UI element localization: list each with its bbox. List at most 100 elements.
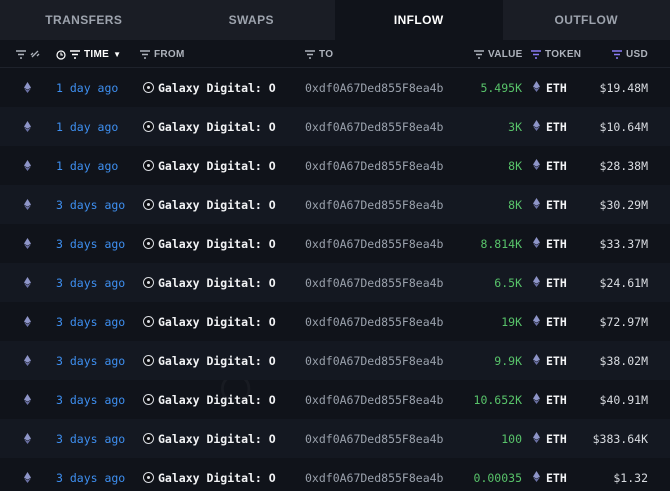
header-to[interactable]: TO	[305, 40, 333, 68]
tab-inflow[interactable]: INFLOW	[335, 0, 503, 40]
token-filter-icon[interactable]	[531, 49, 541, 59]
header-value[interactable]: VALUE	[474, 40, 523, 68]
token-cell[interactable]: ETH	[533, 380, 567, 419]
entity-avatar-icon	[143, 199, 154, 210]
from-entity[interactable]: Galaxy Digital: O	[143, 146, 276, 185]
eth-token-icon	[533, 431, 540, 446]
header-from[interactable]: FROM	[140, 40, 185, 68]
table-row[interactable]: 1 day ago Galaxy Digital: O 0xdf0A67Ded855…	[0, 107, 670, 146]
from-entity[interactable]: Galaxy Digital: O	[143, 263, 276, 302]
eth-token-icon	[533, 275, 540, 290]
from-entity[interactable]: Galaxy Digital: O	[143, 458, 276, 491]
to-address[interactable]: 0xdf0A67Ded855F8ea4b	[305, 419, 443, 458]
table-row[interactable]: 1 day ago Galaxy Digital: O 0xdf0A67Ded855…	[0, 146, 670, 185]
token-symbol: ETH	[546, 470, 567, 485]
filter-icon[interactable]	[16, 49, 26, 59]
from-entity[interactable]: Galaxy Digital: O	[143, 107, 276, 146]
to-address[interactable]: 0xdf0A67Ded855F8ea4b	[305, 302, 443, 341]
to-address[interactable]: 0xdf0A67Ded855F8ea4b	[305, 146, 443, 185]
eth-chain-icon	[24, 458, 31, 491]
eth-token-icon	[533, 470, 540, 485]
from-entity[interactable]: Galaxy Digital: O	[143, 185, 276, 224]
token-cell[interactable]: ETH	[533, 458, 567, 491]
link-icon[interactable]	[30, 50, 40, 59]
usd-amount: $33.37M	[599, 236, 648, 251]
from-entity[interactable]: Galaxy Digital: O	[143, 419, 276, 458]
time-link[interactable]: 1 day ago	[56, 68, 118, 107]
from-entity-label: Galaxy Digital: O	[158, 158, 276, 173]
to-address[interactable]: 0xdf0A67Ded855F8ea4b	[305, 263, 443, 302]
tab-bar: TRANSFERS SWAPS INFLOW OUTFLOW	[0, 0, 670, 40]
to-address[interactable]: 0xdf0A67Ded855F8ea4b	[305, 380, 443, 419]
table-row[interactable]: 3 days ago Galaxy Digital: O 0xdf0A67Ded85…	[0, 380, 670, 419]
header-usd[interactable]: USD	[612, 40, 648, 68]
entity-avatar-icon	[143, 277, 154, 288]
header-token[interactable]: TOKEN	[531, 40, 581, 68]
usd-amount: $28.38M	[599, 158, 648, 173]
entity-avatar-icon	[143, 472, 154, 483]
table-row[interactable]: 3 days ago Galaxy Digital: O 0xdf0A67Ded85…	[0, 419, 670, 458]
from-entity[interactable]: Galaxy Digital: O	[143, 68, 276, 107]
time-link[interactable]: 3 days ago	[56, 302, 125, 341]
header-time[interactable]: TIME ▼	[56, 40, 121, 68]
header-time-label: TIME	[84, 48, 110, 60]
time-link[interactable]: 3 days ago	[56, 185, 125, 224]
from-filter-icon[interactable]	[140, 49, 150, 59]
from-entity-label: Galaxy Digital: O	[158, 353, 276, 368]
time-link[interactable]: 3 days ago	[56, 224, 125, 263]
table-row[interactable]: 3 days ago Galaxy Digital: O 0xdf0A67Ded85…	[0, 224, 670, 263]
clock-icon	[56, 49, 66, 60]
table-row[interactable]: 3 days ago Galaxy Digital: O 0xdf0A67Ded85…	[0, 263, 670, 302]
token-cell[interactable]: ETH	[533, 146, 567, 185]
usd-amount: $30.29M	[599, 197, 648, 212]
to-address[interactable]: 0xdf0A67Ded855F8ea4b	[305, 341, 443, 380]
eth-token-icon	[533, 197, 540, 212]
eth-token-icon	[533, 119, 540, 134]
token-cell[interactable]: ETH	[533, 185, 567, 224]
from-entity[interactable]: Galaxy Digital: O	[143, 224, 276, 263]
token-cell[interactable]: ETH	[533, 224, 567, 263]
time-link[interactable]: 3 days ago	[56, 263, 125, 302]
header-token-label: TOKEN	[545, 48, 582, 60]
token-cell[interactable]: ETH	[533, 263, 567, 302]
to-address[interactable]: 0xdf0A67Ded855F8ea4b	[305, 224, 443, 263]
inflow-panel: TRANSFERS SWAPS INFLOW OUTFLOW TIME ▼ FR…	[0, 0, 670, 491]
token-cell[interactable]: ETH	[533, 107, 567, 146]
table-row[interactable]: 1 day ago Galaxy Digital: O 0xdf0A67Ded855…	[0, 68, 670, 107]
token-cell[interactable]: ETH	[533, 419, 567, 458]
from-entity[interactable]: Galaxy Digital: O	[143, 380, 276, 419]
to-address[interactable]: 0xdf0A67Ded855F8ea4b	[305, 107, 443, 146]
sort-desc-icon[interactable]: ▼	[113, 50, 121, 59]
time-link[interactable]: 3 days ago	[56, 380, 125, 419]
tab-transfers[interactable]: TRANSFERS	[0, 0, 168, 40]
to-filter-icon[interactable]	[305, 49, 315, 59]
token-cell[interactable]: ETH	[533, 341, 567, 380]
time-link[interactable]: 3 days ago	[56, 341, 125, 380]
time-link[interactable]: 1 day ago	[56, 146, 118, 185]
token-cell[interactable]: ETH	[533, 68, 567, 107]
usd-amount: $10.64M	[599, 119, 648, 134]
usd-filter-icon[interactable]	[612, 49, 622, 59]
value-amount: 100	[501, 431, 522, 446]
token-cell[interactable]: ETH	[533, 302, 567, 341]
value-filter-icon[interactable]	[474, 49, 484, 59]
table-row[interactable]: 3 days ago Galaxy Digital: O 0xdf0A67Ded85…	[0, 302, 670, 341]
time-link[interactable]: 3 days ago	[56, 419, 125, 458]
table-row[interactable]: 3 days ago Galaxy Digital: O 0xdf0A67Ded85…	[0, 458, 670, 491]
from-entity[interactable]: Galaxy Digital: O	[143, 341, 276, 380]
eth-token-icon	[533, 158, 540, 173]
to-address[interactable]: 0xdf0A67Ded855F8ea4b	[305, 68, 443, 107]
from-entity-label: Galaxy Digital: O	[158, 80, 276, 95]
tab-swaps[interactable]: SWAPS	[168, 0, 336, 40]
eth-chain-icon	[24, 68, 31, 107]
time-filter-icon[interactable]	[70, 49, 80, 59]
to-address[interactable]: 0xdf0A67Ded855F8ea4b	[305, 458, 443, 491]
table-row[interactable]: 3 days ago Galaxy Digital: O 0xdf0A67Ded85…	[0, 185, 670, 224]
tab-outflow[interactable]: OUTFLOW	[503, 0, 670, 40]
from-entity-label: Galaxy Digital: O	[158, 275, 276, 290]
from-entity[interactable]: Galaxy Digital: O	[143, 302, 276, 341]
time-link[interactable]: 1 day ago	[56, 107, 118, 146]
time-link[interactable]: 3 days ago	[56, 458, 125, 491]
to-address[interactable]: 0xdf0A67Ded855F8ea4b	[305, 185, 443, 224]
table-row[interactable]: 3 days ago Galaxy Digital: O 0xdf0A67Ded85…	[0, 341, 670, 380]
